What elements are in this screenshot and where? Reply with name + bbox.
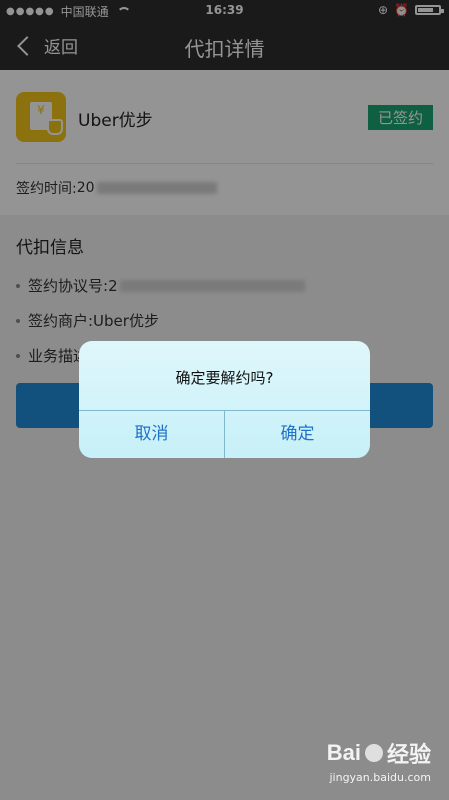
watermark-brand-suffix: 经验 xyxy=(386,742,431,767)
dialog-message: 确定要解约吗? xyxy=(175,369,274,387)
watermark: Bai 经验 jingyan.baidu.com xyxy=(327,737,431,784)
dialog-confirm-button[interactable]: 确定 xyxy=(225,411,370,458)
paw-icon xyxy=(364,744,383,762)
watermark-site: jingyan.baidu.com xyxy=(329,771,431,784)
dialog-cancel-button[interactable]: 取消 xyxy=(79,411,224,458)
watermark-brand: Bai 经验 xyxy=(327,737,431,769)
watermark-brand-text: Bai xyxy=(326,740,361,765)
confirm-dialog: 确定要解约吗? 取消 确定 xyxy=(79,341,370,458)
